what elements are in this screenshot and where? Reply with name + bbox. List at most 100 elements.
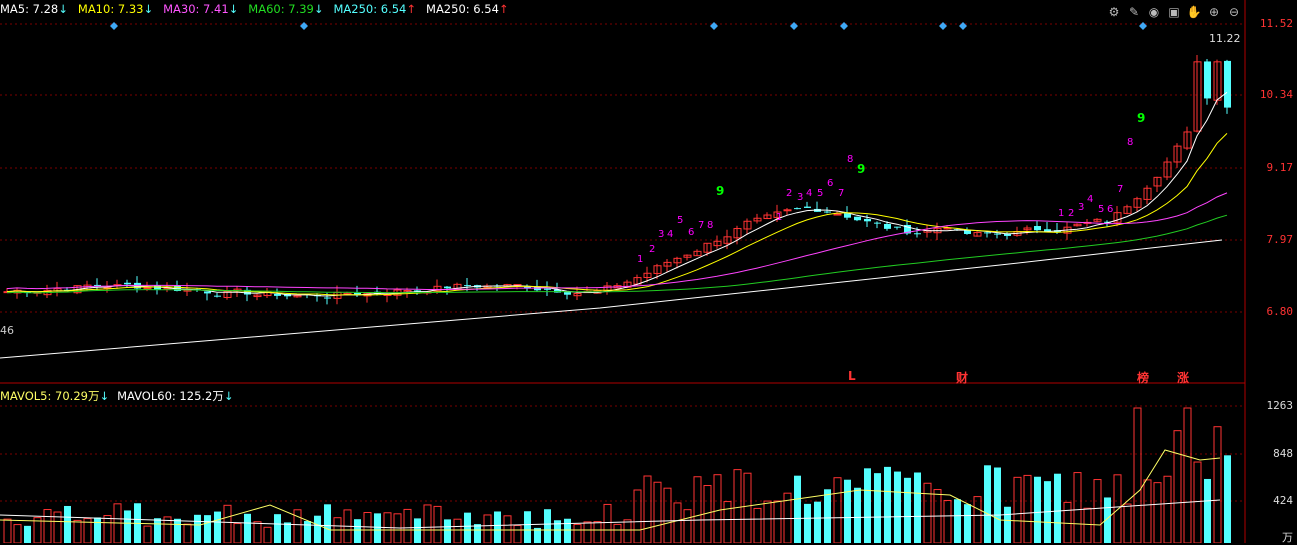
event-marker-l[interactable]: L (848, 369, 856, 383)
td-count-7: 7 (838, 188, 844, 199)
td-count-2: 2 (1068, 208, 1074, 219)
td-count-7: 7 (698, 220, 704, 231)
volume-bar-up (693, 476, 702, 543)
volume-bar-down (994, 467, 1001, 543)
candle-body-down (1224, 60, 1231, 108)
candle-body-down (124, 282, 131, 285)
td-count-4: 4 (806, 188, 812, 199)
volume-bar-up (1063, 501, 1072, 543)
volume-bar-down (464, 512, 471, 543)
candles (3, 55, 1231, 305)
volume-bar-up (663, 487, 672, 543)
volume-bar-up (743, 472, 752, 543)
price-label-top: 11.52 (1259, 17, 1293, 30)
volume-bar-up (423, 504, 432, 543)
volume-bar-down (1034, 476, 1041, 543)
volume-bar-up (1093, 479, 1102, 543)
volume-bar-up (43, 509, 52, 543)
volume-bar-up (613, 523, 622, 543)
td-count-5: 5 (817, 188, 823, 199)
candle-body-up (143, 287, 152, 290)
volume-bar-up (573, 523, 582, 543)
candle-body-down (914, 233, 921, 235)
ma250-line (0, 239, 1223, 359)
volume-bar-down (864, 468, 871, 543)
td-count-2: 2 (649, 244, 655, 255)
volume-bar-up (3, 518, 12, 543)
volume-bar-up (623, 519, 632, 543)
signal-diamond (959, 22, 967, 30)
volume-bar-down (314, 515, 321, 543)
signal-diamond (110, 22, 118, 30)
volume-bar-down (94, 517, 101, 543)
volume-bar-up (773, 500, 782, 543)
candle-body-down (464, 285, 471, 287)
td-count-3: 3 (797, 192, 803, 203)
volume-bar-down (244, 513, 251, 543)
volume-bar-up (233, 523, 242, 543)
volume-bar-up (1213, 426, 1222, 543)
candle-body-down (824, 211, 831, 213)
signal-diamond (840, 22, 848, 30)
volume-bar-down (194, 514, 201, 543)
event-marker-limit-up[interactable]: 涨 (1177, 369, 1189, 386)
volume-bar-up (453, 518, 462, 543)
volume-bar-down (964, 504, 971, 543)
ma60-line (6, 214, 1228, 294)
volume-bar-up (833, 477, 842, 543)
td-count-1: 1 (637, 254, 643, 265)
volume-bar-down (494, 511, 501, 543)
td-count-9: 9 (857, 162, 865, 176)
event-marker-list[interactable]: 榜 (1137, 369, 1149, 386)
volume-bar-down (544, 509, 551, 543)
volume-bar-down (1004, 506, 1011, 543)
event-marker-finance[interactable]: 财 (956, 369, 968, 386)
volume-bar-up (403, 508, 412, 543)
volume-bar-up (703, 485, 712, 543)
volume-bar-up (1193, 461, 1202, 543)
volume-bar-up (433, 505, 442, 543)
candle-body-down (544, 288, 551, 290)
ma30-line (6, 192, 1228, 290)
volume-bar-up (943, 499, 952, 543)
td-count-1: 1 (776, 212, 782, 223)
volume-bar-down (564, 518, 571, 543)
ma-lines (0, 91, 1228, 359)
volume-bar-up (183, 523, 192, 543)
high-price-label: 11.22 (1209, 32, 1241, 45)
volume-bar-down (474, 524, 481, 543)
candle-body-down (804, 206, 811, 208)
price-label: 10.34 (1259, 88, 1293, 101)
signal-diamond (790, 22, 798, 30)
signal-diamond (300, 22, 308, 30)
signal-diamonds (110, 22, 1147, 30)
price-label: 9.17 (1266, 161, 1294, 174)
candle-body-down (1204, 61, 1211, 99)
td-count-7: 7 (1117, 184, 1123, 195)
volume-bar-up (923, 482, 932, 543)
volume-bar-up (1143, 479, 1152, 543)
volume-bar-up (223, 504, 232, 543)
volume-bar-up (713, 474, 722, 543)
volume-bar-up (723, 501, 732, 543)
volume-bar-up (263, 526, 272, 543)
td-count-5: 5 (677, 215, 683, 226)
ma5-line (6, 91, 1228, 297)
volume-bar-up (633, 489, 642, 543)
candle-body-down (994, 233, 1001, 235)
volume-bar-down (174, 518, 181, 543)
td-count-3: 3 (1078, 202, 1084, 213)
price-axis: 11.52 10.34 9.17 7.97 6.80 (1245, 0, 1297, 382)
volume-bar-up (293, 509, 302, 543)
volume-bar-up (363, 512, 372, 543)
volume-axis: 1263 848 424 万 (1245, 384, 1297, 544)
kline-chart[interactable]: 123 4567 8912 3 4 567891 2345 6789 (0, 0, 1297, 543)
td-count-5: 5 (1098, 204, 1104, 215)
volume-bar-down (1054, 473, 1061, 543)
volume-bar-up (583, 521, 592, 543)
td-count-4: 4 (1087, 194, 1093, 205)
volume-bar-down (984, 465, 991, 543)
volume-bar-up (683, 509, 692, 543)
volume-bar-up (753, 507, 762, 543)
volume-bar-down (814, 501, 821, 543)
